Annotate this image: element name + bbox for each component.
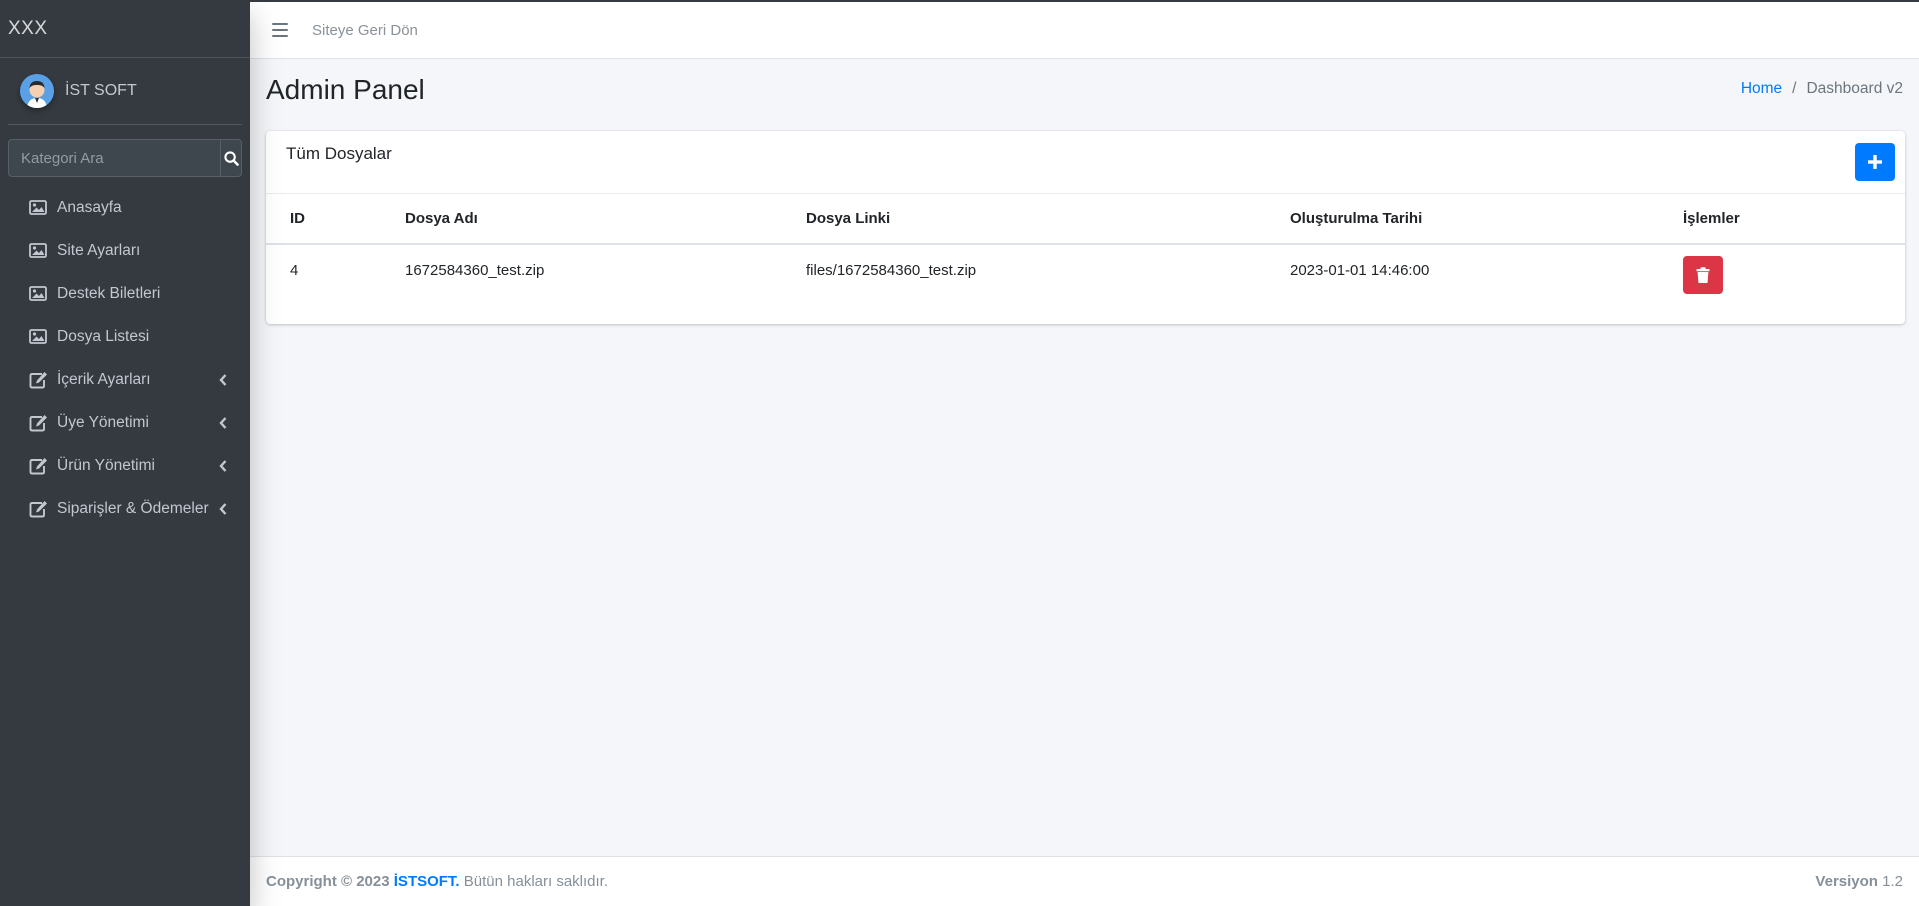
copyright-prefix: Copyright © 2023: [266, 873, 390, 890]
breadcrumb-separator: /: [1792, 80, 1797, 97]
card-header: Tüm Dosyalar: [266, 131, 1905, 194]
trash-icon: [1696, 267, 1710, 283]
chevron-left-icon: [218, 502, 228, 515]
avatar[interactable]: [20, 74, 54, 108]
sidebar-item-label: Anasayfa: [57, 198, 122, 216]
image-icon: [28, 327, 48, 347]
chevron-left-icon: [218, 459, 228, 472]
image-icon: [28, 198, 48, 218]
column-header-link: Dosya Linki: [782, 194, 1266, 245]
cell-file-name: 1672584360_test.zip: [405, 262, 545, 279]
edit-icon: [28, 370, 48, 390]
sidebar-item-label: Destek Biletleri: [57, 284, 161, 302]
version-label: Versiyon: [1815, 873, 1878, 890]
card-title: Tüm Dosyalar: [286, 144, 392, 163]
delete-button[interactable]: [1683, 256, 1723, 294]
sidebar-search: [8, 139, 242, 177]
brand-title[interactable]: XXX: [0, 0, 250, 58]
chevron-left-icon: [218, 416, 228, 429]
version-value: 1.2: [1877, 873, 1903, 890]
sidebar-item-5[interactable]: Üye Yönetimi: [0, 401, 250, 444]
column-header-name: Dosya Adı: [381, 194, 782, 245]
sidebar-item-3[interactable]: Dosya Listesi: [0, 315, 250, 358]
sidebar-item-0[interactable]: Anasayfa: [0, 186, 250, 229]
sidebar: XXX İST SOFT Anasayfa Site Ayarları Destek…: [0, 0, 250, 906]
user-avatar-icon: [20, 74, 54, 108]
sidebar-item-label: Dosya Listesi: [57, 327, 150, 345]
sidebar-nav: Anasayfa Site Ayarları Destek Biletleri Dos…: [0, 186, 250, 530]
edit-icon: [28, 413, 48, 433]
sidebar-item-6[interactable]: Ürün Yönetimi: [0, 444, 250, 487]
column-header-created: Oluşturulma Tarihi: [1266, 194, 1659, 245]
sidebar-item-4[interactable]: İçerik Ayarları: [0, 358, 250, 401]
version: Versiyon 1.2: [1815, 873, 1903, 890]
column-header-actions: İşlemler: [1659, 194, 1905, 245]
sidebar-item-label: Site Ayarları: [57, 241, 141, 259]
files-table: ID Dosya Adı Dosya Linki Oluşturulma Tar…: [266, 194, 1905, 307]
cell-file-link: files/1672584360_test.zip: [806, 262, 977, 279]
cell-created-date: 2023-01-01 14:46:00: [1290, 262, 1430, 279]
rights-text: Bütün hakları saklıdır.: [459, 873, 609, 890]
page-title: Admin Panel: [266, 74, 425, 105]
table-row: 4 1672584360_test.zip files/1672584360_t…: [266, 244, 1905, 307]
sidebar-item-label: Üye Yönetimi: [57, 413, 149, 431]
main-content: Admin Panel Home / Dashboard v2 Tüm Dosy…: [250, 59, 1919, 856]
company-link[interactable]: İSTSOFT.: [394, 873, 460, 890]
chevron-left-icon: [218, 373, 228, 386]
search-input[interactable]: [8, 139, 220, 177]
column-header-id: ID: [266, 194, 381, 245]
image-icon: [28, 241, 48, 261]
breadcrumb: Home / Dashboard v2: [1741, 80, 1903, 98]
table-header-row: ID Dosya Adı Dosya Linki Oluşturulma Tar…: [266, 194, 1905, 245]
sidebar-item-2[interactable]: Destek Biletleri: [0, 272, 250, 315]
edit-icon: [28, 456, 48, 476]
search-button[interactable]: [220, 139, 242, 177]
footer: Copyright © 2023 İSTSOFT. Bütün hakları …: [250, 856, 1919, 906]
files-card: Tüm Dosyalar ID Dosya Adı Dosya Linki Ol…: [266, 131, 1905, 324]
back-to-site-link[interactable]: Siteye Geri Dön: [312, 22, 418, 39]
user-name[interactable]: İST SOFT: [65, 82, 137, 100]
sidebar-item-1[interactable]: Site Ayarları: [0, 229, 250, 272]
cell-actions: [1659, 244, 1905, 307]
sidebar-item-label: Ürün Yönetimi: [57, 456, 155, 474]
image-icon: [28, 284, 48, 304]
sidebar-item-label: Siparişler & Ödemeler: [57, 499, 209, 517]
top-border: [0, 0, 1919, 2]
add-file-button[interactable]: [1855, 143, 1895, 181]
plus-icon: [1868, 155, 1882, 169]
copyright: Copyright © 2023 İSTSOFT. Bütün hakları …: [266, 873, 608, 890]
sidebar-item-7[interactable]: Siparişler & Ödemeler: [0, 487, 250, 530]
search-icon: [223, 150, 239, 166]
menu-toggle-icon[interactable]: [272, 23, 288, 37]
edit-icon: [28, 499, 48, 519]
breadcrumb-home[interactable]: Home: [1741, 80, 1782, 98]
top-navbar: Siteye Geri Dön: [250, 2, 1919, 59]
breadcrumb-current: Dashboard v2: [1806, 80, 1903, 97]
sidebar-item-label: İçerik Ayarları: [57, 370, 151, 388]
user-panel: İST SOFT: [8, 58, 242, 125]
cell-id: 4: [290, 262, 299, 279]
